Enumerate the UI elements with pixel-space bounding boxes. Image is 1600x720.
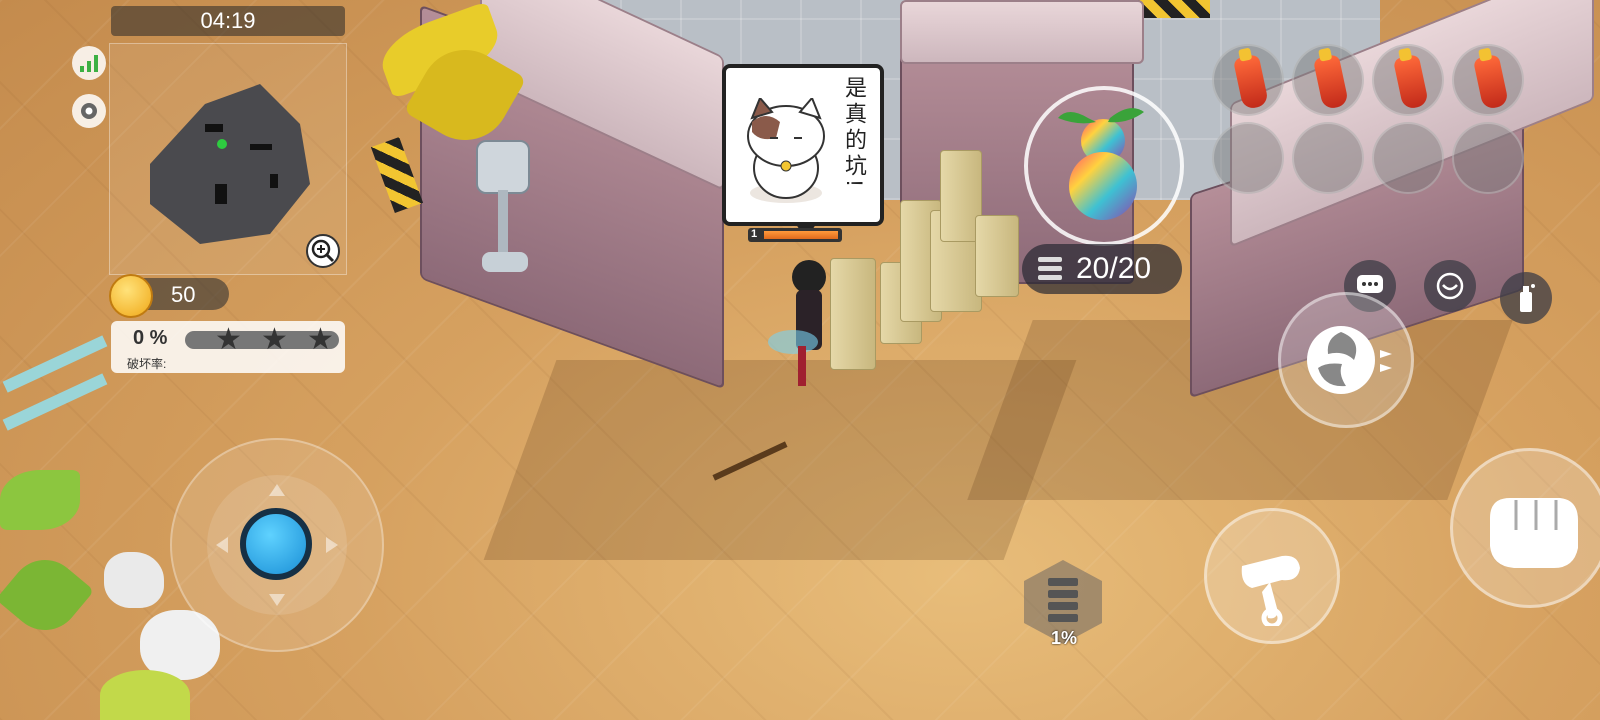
signal-bars-icon <box>72 46 106 80</box>
coin-value: 50 <box>171 282 196 307</box>
bush-leaf <box>0 470 80 530</box>
potion-bottle-icon <box>1312 53 1350 111</box>
dash-swirl-icon <box>1307 326 1392 394</box>
joystick-knob[interactable] <box>240 508 312 580</box>
item-slot-empty[interactable] <box>1452 122 1524 194</box>
cactus <box>100 670 190 720</box>
item-slot[interactable] <box>1212 44 1284 116</box>
ammo-value: 20/20 <box>1076 252 1152 285</box>
potion-bottle-icon <box>1392 53 1430 111</box>
item-slot[interactable] <box>1372 44 1444 116</box>
rainbow-gourd-icon <box>1058 108 1144 220</box>
dash-button[interactable] <box>1278 292 1414 428</box>
bubble-text: 是真的坑! <box>842 76 867 191</box>
destruction-rate-panel: 0 % ★ ★ ★ 破坏率: <box>111 321 345 373</box>
star-icon: ★ <box>307 323 334 356</box>
emote-face-icon[interactable] <box>1424 260 1476 312</box>
item-slot-empty[interactable] <box>1292 122 1364 194</box>
item-slot-empty[interactable] <box>1372 122 1444 194</box>
blue-fence <box>0 335 110 431</box>
energy-percent: 1% <box>1050 628 1077 648</box>
rock <box>104 552 164 608</box>
wooden-post <box>975 215 1019 297</box>
lamp-post <box>470 140 540 280</box>
star-icon: ★ <box>215 323 242 356</box>
star-icon: ★ <box>261 323 288 356</box>
fortress-wall-top-center <box>900 0 1144 64</box>
player-level: 1 <box>751 228 758 240</box>
item-slot[interactable] <box>1452 44 1524 116</box>
ammo-counter: 20/20 <box>1022 244 1182 294</box>
match-timer: 04:19 <box>111 6 345 36</box>
spray-can-icon[interactable] <box>1500 272 1552 324</box>
emote-speech-bubble: 是真的坑! <box>722 64 884 226</box>
weapon-switch-button[interactable] <box>1024 86 1184 246</box>
zoom-in-icon[interactable] <box>306 234 340 268</box>
pig-coin-icon <box>109 274 153 318</box>
fist-icon <box>1490 498 1578 568</box>
destruction-label: 破坏率: <box>127 357 167 371</box>
item-slot-empty[interactable] <box>1212 122 1284 194</box>
item-slot[interactable] <box>1292 44 1364 116</box>
cat-sticker <box>747 98 825 203</box>
attack-button[interactable] <box>1450 448 1600 608</box>
repair-button[interactable] <box>1204 508 1340 644</box>
potion-bottle-icon <box>1472 53 1510 111</box>
potion-bottle-icon <box>1232 53 1270 111</box>
gear-icon[interactable] <box>72 94 106 128</box>
player-hp-bar: 1 <box>748 228 842 242</box>
ammo-icon <box>1038 257 1062 280</box>
player-character <box>768 260 838 390</box>
destruction-percent: 0 % <box>133 327 168 349</box>
destruction-progress-bar: ★ ★ ★ <box>185 325 339 355</box>
wrench-hand-icon <box>1241 555 1300 626</box>
coin-counter: 50 <box>109 274 229 318</box>
hp-fill <box>764 231 838 239</box>
